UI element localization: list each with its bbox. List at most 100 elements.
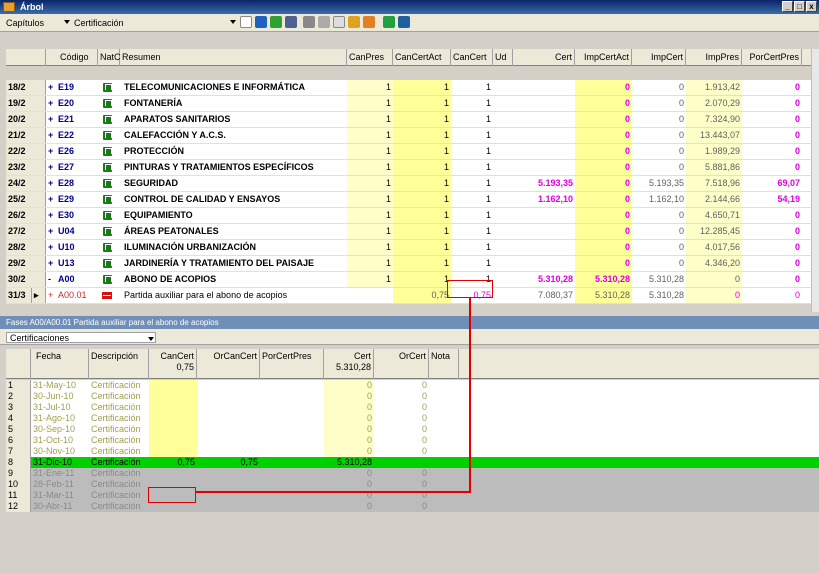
row-porcertpres[interactable]: 69,07 bbox=[742, 176, 802, 191]
phase-orcert[interactable]: 0 bbox=[374, 380, 429, 391]
phase-cert[interactable]: 0 bbox=[324, 413, 374, 424]
phase-row-number[interactable]: 7 bbox=[6, 446, 31, 457]
row-impcertact[interactable]: 0 bbox=[575, 224, 632, 239]
header-cancert2[interactable]: CanCert 0,75 bbox=[149, 349, 197, 379]
phase-cert[interactable]: 0 bbox=[324, 468, 374, 479]
phase-row-number[interactable]: 8 bbox=[6, 457, 31, 468]
row-imppres[interactable]: 2.144,66 bbox=[686, 192, 742, 207]
phase-descripcion[interactable]: Certificación bbox=[89, 402, 149, 413]
row-porcertpres[interactable]: 0 bbox=[742, 224, 802, 239]
row-porcertpres[interactable]: 0 bbox=[742, 208, 802, 223]
row-impcert[interactable]: 5.310,28 bbox=[632, 288, 686, 303]
row-imppres[interactable]: 1.989,29 bbox=[686, 144, 742, 159]
table-row[interactable]: 20/2 + E21 APARATOS SANITARIOS 1 1 1 0 0… bbox=[6, 112, 812, 128]
phase-descripcion[interactable]: Certificación bbox=[89, 457, 149, 468]
phase-cancert[interactable]: 0,75 bbox=[149, 457, 197, 468]
header-orcert[interactable]: OrCert bbox=[374, 349, 429, 379]
row-canpres[interactable]: 1 bbox=[347, 96, 393, 111]
row-cancert[interactable]: 1 bbox=[451, 160, 493, 175]
phase-cert[interactable]: 0 bbox=[324, 446, 374, 457]
row-summary[interactable]: Partida auxiliar para el abono de acopio… bbox=[122, 288, 347, 303]
row-summary[interactable]: ILUMINACIÓN URBANIZACIÓN bbox=[122, 240, 347, 255]
row-imppres[interactable]: 12.285,45 bbox=[686, 224, 742, 239]
phase-orcert[interactable]: 0 bbox=[374, 413, 429, 424]
phase-fecha[interactable]: 31-Ene-11 bbox=[31, 468, 89, 479]
phase-descripcion[interactable]: Certificación bbox=[89, 413, 149, 424]
row-porcertpres[interactable]: 0 bbox=[742, 112, 802, 127]
row-impcert[interactable]: 0 bbox=[632, 160, 686, 175]
table-row[interactable]: 30/2 - A00 ABONO DE ACOPIOS 1 1 1 5.310,… bbox=[6, 272, 812, 288]
row-index[interactable]: 18/2 bbox=[6, 80, 46, 95]
table-row[interactable]: 29/2 + U13 JARDINERÍA Y TRATAMIENTO DEL … bbox=[6, 256, 812, 272]
phase-row[interactable]: 1 31-May-10 Certificación 0 0 bbox=[6, 380, 819, 391]
phase-orcert[interactable]: 0 bbox=[374, 479, 429, 490]
row-cert[interactable]: 7.080,37 bbox=[513, 288, 575, 303]
table-row-selected[interactable]: 31/3 ▸ + A00.01 Partida auxiliar para el… bbox=[6, 288, 812, 304]
row-imppres[interactable]: 5.881,86 bbox=[686, 160, 742, 175]
row-impcert[interactable]: 0 bbox=[632, 128, 686, 143]
row-index[interactable]: 26/2 bbox=[6, 208, 46, 223]
row-index[interactable]: 29/2 bbox=[6, 256, 46, 271]
row-canpres[interactable]: 1 bbox=[347, 272, 393, 287]
row-cancertact[interactable]: 1 bbox=[393, 80, 451, 95]
row-code[interactable]: E22 bbox=[56, 128, 96, 143]
phase-row-number[interactable]: 11 bbox=[6, 490, 31, 501]
header-cert2[interactable]: Cert 5.310,28 bbox=[324, 349, 374, 379]
phase-fecha[interactable]: 30-Jun-10 bbox=[31, 391, 89, 402]
row-cancertact[interactable]: 1 bbox=[393, 128, 451, 143]
row-impcertact[interactable]: 0 bbox=[575, 144, 632, 159]
phase-row[interactable]: 10 28-Feb-11 Certificación 0 0 bbox=[6, 479, 819, 490]
header-impcertact[interactable]: ImpCertAct bbox=[575, 49, 632, 66]
phase-row[interactable]: 12 30-Abr-11 Certificación 0 0 bbox=[6, 501, 819, 512]
phase-orcert[interactable]: 0 bbox=[374, 468, 429, 479]
header-orcancert[interactable]: OrCanCert bbox=[197, 349, 260, 379]
table-row[interactable]: 25/2 + E29 CONTROL DE CALIDAD Y ENSAYOS … bbox=[6, 192, 812, 208]
row-canpres[interactable]: 1 bbox=[347, 256, 393, 271]
phase-descripcion[interactable]: Certificación bbox=[89, 391, 149, 402]
phase-cert[interactable]: 5.310,28 bbox=[324, 457, 374, 468]
grid-scrollbar[interactable] bbox=[811, 49, 819, 312]
row-code[interactable]: E21 bbox=[56, 112, 96, 127]
row-impcert[interactable]: 0 bbox=[632, 208, 686, 223]
phase-orcancert[interactable] bbox=[197, 380, 260, 391]
chevron-down-icon[interactable] bbox=[148, 337, 154, 341]
row-cancertact[interactable]: 1 bbox=[393, 192, 451, 207]
phase-descripcion[interactable]: Certificación bbox=[89, 490, 149, 501]
phase-cancert[interactable] bbox=[149, 424, 197, 435]
price-update-icon[interactable] bbox=[363, 16, 375, 28]
phase-descripcion[interactable]: Certificación bbox=[89, 501, 149, 512]
row-summary[interactable]: CONTROL DE CALIDAD Y ENSAYOS bbox=[122, 192, 347, 207]
row-impcert[interactable]: 0 bbox=[632, 112, 686, 127]
row-cert[interactable] bbox=[513, 240, 575, 255]
row-code[interactable]: E19 bbox=[56, 80, 96, 95]
phase-row-number[interactable]: 1 bbox=[6, 380, 31, 391]
row-cancert[interactable]: 1 bbox=[451, 80, 493, 95]
row-impcertact[interactable]: 0 bbox=[575, 112, 632, 127]
row-cancertact[interactable]: 1 bbox=[393, 224, 451, 239]
row-impcertact[interactable]: 0 bbox=[575, 128, 632, 143]
phase-cert[interactable]: 0 bbox=[324, 380, 374, 391]
phase-row[interactable]: 7 30-Nov-10 Certificación 0 0 bbox=[6, 446, 819, 457]
row-cert[interactable] bbox=[513, 208, 575, 223]
phase-fecha[interactable]: 30-Abr-11 bbox=[31, 501, 89, 512]
row-cancert[interactable]: 1 bbox=[451, 240, 493, 255]
row-canpres[interactable]: 1 bbox=[347, 112, 393, 127]
close-button[interactable]: x bbox=[806, 1, 817, 12]
row-imppres[interactable]: 7.518,96 bbox=[686, 176, 742, 191]
row-cancertact[interactable]: 1 bbox=[393, 208, 451, 223]
phase-row[interactable]: 5 30-Sep-10 Certificación 0 0 bbox=[6, 424, 819, 435]
row-imppres[interactable]: 1.913,42 bbox=[686, 80, 742, 95]
phase-orcancert[interactable] bbox=[197, 435, 260, 446]
phase-row-number[interactable]: 6 bbox=[6, 435, 31, 446]
row-summary[interactable]: FONTANERÍA bbox=[122, 96, 347, 111]
row-impcertact[interactable]: 5.310,28 bbox=[575, 272, 632, 287]
table-row[interactable]: 24/2 + E28 SEGURIDAD 1 1 1 5.193,35 0 5.… bbox=[6, 176, 812, 192]
phase-cancert[interactable] bbox=[149, 380, 197, 391]
row-cert[interactable] bbox=[513, 128, 575, 143]
row-canpres[interactable]: 1 bbox=[347, 240, 393, 255]
chevron-down-icon[interactable] bbox=[230, 20, 236, 24]
table-row[interactable]: 28/2 + U10 ILUMINACIÓN URBANIZACIÓN 1 1 … bbox=[6, 240, 812, 256]
phase-row-number[interactable]: 5 bbox=[6, 424, 31, 435]
row-index[interactable]: 28/2 bbox=[6, 240, 46, 255]
row-index[interactable]: 23/2 bbox=[6, 160, 46, 175]
